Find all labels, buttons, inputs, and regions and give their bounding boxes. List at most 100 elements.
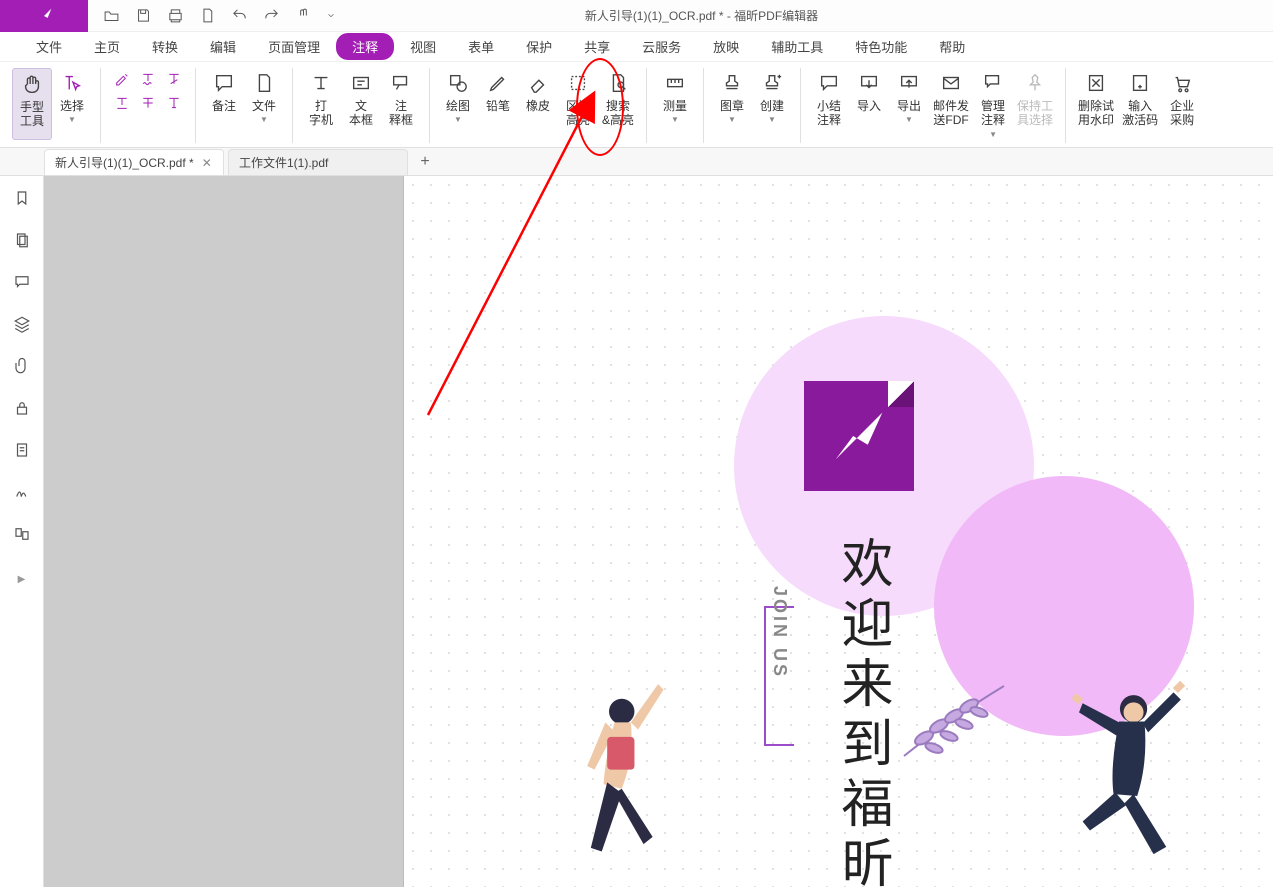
area-highlight-icon — [565, 70, 591, 96]
replace-text-icon[interactable] — [163, 70, 185, 88]
stamp-icon — [719, 70, 745, 96]
text-select-icon — [59, 70, 85, 96]
redo-icon[interactable] — [262, 7, 280, 25]
callout-button[interactable]: 注 释框 — [381, 68, 421, 140]
add-tab-button[interactable]: + — [412, 153, 438, 171]
summarize-comments-button[interactable]: 小结 注释 — [809, 68, 849, 140]
undo-icon[interactable] — [230, 7, 248, 25]
expand-panel-icon[interactable]: ▶ — [18, 574, 26, 585]
eraser-icon — [525, 70, 551, 96]
olive-branch-icon — [894, 676, 1014, 766]
document-icon[interactable] — [198, 7, 216, 25]
callout-icon — [388, 70, 414, 96]
hand-tool-button[interactable]: 手型 工具 — [12, 68, 52, 140]
side-panel: ▶ — [0, 176, 44, 887]
drawing-button[interactable]: 绘图 ▼ — [438, 68, 478, 140]
pages-icon[interactable] — [12, 230, 32, 250]
menu-share[interactable]: 共享 — [568, 33, 626, 60]
cart-icon — [1169, 70, 1195, 96]
mail-icon — [938, 70, 964, 96]
menu-help[interactable]: 帮助 — [923, 33, 981, 60]
pencil-button[interactable]: 铅笔 — [478, 68, 518, 140]
document-tab[interactable]: 工作文件1(1).pdf — [228, 149, 408, 175]
menu-page[interactable]: 页面管理 — [252, 33, 336, 60]
save-icon[interactable] — [134, 7, 152, 25]
eraser-button[interactable]: 橡皮 — [518, 68, 558, 140]
layers-icon[interactable] — [12, 314, 32, 334]
viewport[interactable]: JOIN US 欢迎来到福昕 — [44, 176, 1273, 887]
signature-icon[interactable] — [12, 482, 32, 502]
manage-comments-button[interactable]: 管理 注释 ▼ — [973, 68, 1013, 141]
print-icon[interactable] — [166, 7, 184, 25]
highlight-icon[interactable] — [111, 70, 133, 88]
menu-file[interactable]: 文件 — [20, 33, 78, 60]
textbox-icon — [348, 70, 374, 96]
pin-icon — [1022, 70, 1048, 96]
import-icon — [856, 70, 882, 96]
document-tab-active[interactable]: 新人引导(1)(1)_OCR.pdf * ✕ — [44, 149, 224, 175]
qat-dropdown-icon[interactable] — [326, 7, 336, 25]
typewriter-button[interactable]: 打 字机 — [301, 68, 341, 140]
typewriter-icon — [308, 70, 334, 96]
file-attachment-button[interactable]: 文件 ▼ — [244, 68, 284, 140]
stamp-add-icon — [759, 70, 785, 96]
menu-comment[interactable]: 注释 — [336, 33, 394, 60]
menu-edit[interactable]: 编辑 — [194, 33, 252, 60]
doctab-label: 工作文件1(1).pdf — [239, 154, 328, 171]
menu-accessibility[interactable]: 辅助工具 — [755, 33, 839, 60]
quick-access-toolbar — [88, 7, 350, 25]
comments-panel-icon[interactable] — [12, 272, 32, 292]
close-icon[interactable]: ✕ — [202, 156, 212, 170]
menu-cloud[interactable]: 云服务 — [626, 33, 697, 60]
import-button[interactable]: 导入 — [849, 68, 889, 140]
attachments-icon[interactable] — [12, 356, 32, 376]
menu-view[interactable]: 视图 — [394, 33, 452, 60]
work-area: ▶ JOIN US 欢迎来到福昕 — [0, 176, 1273, 887]
compare-icon[interactable] — [12, 524, 32, 544]
textbox-button[interactable]: 文 本框 — [341, 68, 381, 140]
note-button[interactable]: 备注 — [204, 68, 244, 140]
insert-text-icon[interactable] — [163, 94, 185, 112]
search-doc-icon — [605, 70, 631, 96]
menu-form[interactable]: 表单 — [452, 33, 510, 60]
ribbon: 手型 工具 选择 ▼ 备注 文件 ▼ — [0, 62, 1273, 148]
measure-button[interactable]: 测量 ▼ — [655, 68, 695, 140]
keep-tool-button[interactable]: 保持工 具选择 — [1013, 68, 1057, 140]
create-stamp-button[interactable]: 创建 ▼ — [752, 68, 792, 140]
text-markup-minis — [109, 68, 135, 114]
email-fdf-button[interactable]: 邮件发 送FDF — [929, 68, 973, 140]
bookmark-icon[interactable] — [12, 188, 32, 208]
note-icon — [211, 70, 237, 96]
joinus-text: JOIN US — [769, 586, 790, 679]
export-icon — [896, 70, 922, 96]
underline-icon[interactable] — [111, 94, 133, 112]
key-doc-icon — [1127, 70, 1153, 96]
form-icon[interactable] — [12, 440, 32, 460]
enter-activation-code-button[interactable]: 输入 激活码 — [1118, 68, 1162, 140]
menu-convert[interactable]: 转换 — [136, 33, 194, 60]
pencil-icon — [485, 70, 511, 96]
export-button[interactable]: 导出 ▼ — [889, 68, 929, 140]
stamp-button[interactable]: 图章 ▼ — [712, 68, 752, 140]
enterprise-purchase-button[interactable]: 企业 采购 — [1162, 68, 1202, 140]
menu-present[interactable]: 放映 — [697, 33, 755, 60]
security-icon[interactable] — [12, 398, 32, 418]
hand-grab-icon[interactable] — [294, 7, 312, 25]
shapes-icon — [445, 70, 471, 96]
app-logo — [0, 0, 88, 32]
area-highlight-button[interactable]: 区域 高亮 — [558, 68, 598, 140]
remove-watermark-button[interactable]: 删除试 用水印 — [1074, 68, 1118, 140]
menubar: 文件 主页 转换 编辑 页面管理 注释 视图 表单 保护 共享 云服务 放映 辅… — [0, 32, 1273, 62]
select-button[interactable]: 选择 ▼ — [52, 68, 92, 140]
strikeout-icon[interactable] — [137, 94, 159, 112]
menu-home[interactable]: 主页 — [78, 33, 136, 60]
chevron-down-icon: ▼ — [68, 115, 76, 125]
remove-watermark-icon — [1083, 70, 1109, 96]
search-highlight-button[interactable]: 搜索 &高亮 — [598, 68, 638, 140]
menu-special[interactable]: 特色功能 — [839, 33, 923, 60]
open-icon[interactable] — [102, 7, 120, 25]
menu-protect[interactable]: 保护 — [510, 33, 568, 60]
ruler-icon — [662, 70, 688, 96]
squiggly-icon[interactable] — [137, 70, 159, 88]
hand-icon — [19, 71, 45, 97]
